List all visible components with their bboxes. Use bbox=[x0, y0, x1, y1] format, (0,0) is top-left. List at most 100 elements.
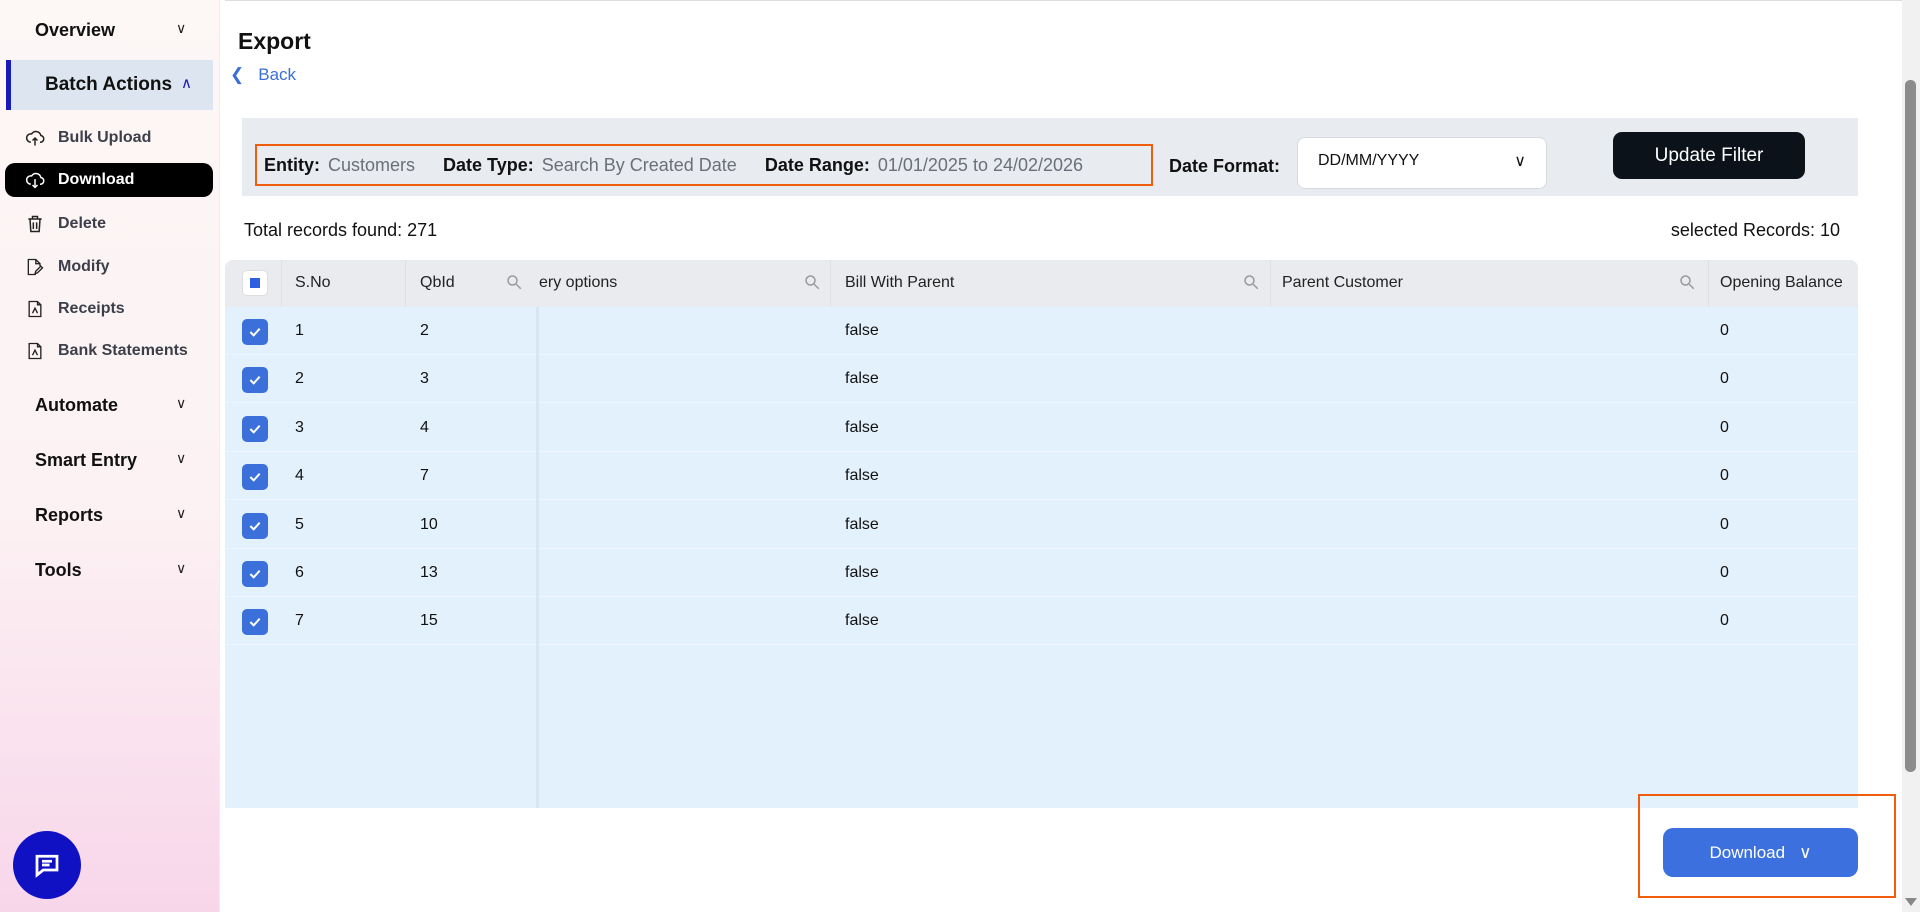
page-title: Export bbox=[238, 28, 311, 55]
table-row[interactable]: 5 10 false 0 bbox=[225, 501, 1858, 549]
scrollbar-thumb[interactable] bbox=[1905, 80, 1916, 772]
chevron-down-icon[interactable]: ∨ bbox=[176, 450, 186, 467]
table-row[interactable]: 47false0 bbox=[225, 452, 1858, 500]
records-table: S.No QbId ery options Bill With Parent P… bbox=[225, 260, 1858, 808]
date-format-label: Date Format: bbox=[1169, 156, 1280, 177]
back-link[interactable]: ❮ Back bbox=[230, 65, 296, 85]
date-type-value: Search By Created Date bbox=[542, 155, 737, 176]
cell-sno: 6 bbox=[295, 564, 304, 582]
frozen-column-divider bbox=[536, 307, 539, 808]
label: Delete bbox=[58, 215, 106, 233]
cell-sno: 1 bbox=[295, 322, 304, 340]
cloud-download-icon bbox=[25, 170, 45, 190]
cell-bill-with-parent: false bbox=[845, 419, 879, 437]
label: Bulk Upload bbox=[58, 129, 151, 147]
filter-summary-highlight: Entity: Customers Date Type: Search By Cre… bbox=[255, 144, 1153, 186]
entity-value: Customers bbox=[328, 155, 415, 176]
column-header-delivery-options[interactable]: ery options bbox=[539, 274, 617, 292]
chevron-down-icon: ∨ bbox=[1799, 843, 1811, 863]
sidebar-item-bulk-upload[interactable]: Bulk Upload bbox=[25, 121, 213, 155]
cloud-upload-icon bbox=[25, 128, 45, 148]
sidebar-item-bank-statements[interactable]: Bank Statements bbox=[25, 334, 213, 368]
nav-reports[interactable]: Reports bbox=[35, 505, 103, 526]
download-label: Download bbox=[1709, 843, 1785, 863]
checkmark-icon bbox=[247, 421, 263, 437]
nav-smart-entry[interactable]: Smart Entry bbox=[35, 450, 137, 471]
search-icon[interactable] bbox=[803, 273, 821, 291]
top-divider bbox=[225, 0, 1902, 1]
row-checkbox[interactable] bbox=[242, 416, 268, 442]
row-checkbox[interactable] bbox=[242, 561, 268, 587]
chevron-down-icon[interactable]: ∨ bbox=[176, 20, 186, 37]
download-button[interactable]: Download ∨ bbox=[1663, 828, 1858, 877]
total-records: Total records found: 271 bbox=[244, 220, 437, 241]
chevron-left-icon: ❮ bbox=[230, 65, 244, 84]
column-header-parent-customer[interactable]: Parent Customer bbox=[1282, 274, 1403, 292]
back-label: Back bbox=[258, 65, 296, 84]
cell-bill-with-parent: false bbox=[845, 467, 879, 485]
sidebar-item-download[interactable]: Download bbox=[5, 163, 213, 197]
select-all-checkbox[interactable] bbox=[242, 270, 268, 296]
date-range-value: 01/01/2025 to 24/02/2026 bbox=[878, 155, 1083, 176]
date-range-label: Date Range: bbox=[765, 155, 870, 176]
cell-opening-balance: 0 bbox=[1720, 564, 1729, 582]
sidebar: Overview ∨ Batch Actions ∧ Bulk Upload D… bbox=[0, 0, 220, 912]
row-checkbox[interactable] bbox=[242, 609, 268, 635]
column-header-bill-with-parent[interactable]: Bill With Parent bbox=[845, 274, 954, 292]
cell-qbid: 3 bbox=[420, 370, 429, 388]
cell-sno: 2 bbox=[295, 370, 304, 388]
column-header-opening-balance[interactable]: Opening Balance bbox=[1720, 274, 1843, 292]
checkmark-icon bbox=[247, 469, 263, 485]
search-icon[interactable] bbox=[1678, 273, 1696, 291]
update-filter-button[interactable]: Update Filter bbox=[1613, 132, 1805, 179]
cell-qbid: 10 bbox=[420, 516, 438, 534]
nav-tools[interactable]: Tools bbox=[35, 560, 82, 581]
cell-sno: 3 bbox=[295, 419, 304, 437]
row-checkbox[interactable] bbox=[242, 464, 268, 490]
chevron-down-icon[interactable]: ∨ bbox=[176, 560, 186, 577]
search-icon[interactable] bbox=[1242, 273, 1260, 291]
label: Bank Statements bbox=[58, 342, 188, 360]
label: Receipts bbox=[58, 300, 125, 318]
label: Download bbox=[58, 171, 134, 189]
cell-qbid: 15 bbox=[420, 612, 438, 630]
row-checkbox[interactable] bbox=[242, 319, 268, 345]
nav-batch-actions[interactable]: Batch Actions ∧ bbox=[6, 60, 213, 110]
sidebar-item-receipts[interactable]: Receipts bbox=[25, 292, 213, 326]
row-checkbox[interactable] bbox=[242, 513, 268, 539]
table-row[interactable]: 715false0 bbox=[225, 597, 1858, 645]
cell-opening-balance: 0 bbox=[1720, 370, 1729, 388]
date-format-select[interactable]: DD/MM/YYYY∨ bbox=[1297, 137, 1547, 189]
cell-bill-with-parent: false bbox=[845, 516, 879, 534]
search-icon[interactable] bbox=[505, 273, 523, 291]
cell-opening-balance: 0 bbox=[1720, 612, 1729, 630]
sidebar-item-delete[interactable]: Delete bbox=[25, 207, 213, 241]
cell-qbid: 2 bbox=[420, 322, 429, 340]
trash-icon bbox=[25, 214, 45, 234]
file-edit-icon bbox=[25, 257, 45, 277]
column-header-qbid[interactable]: QbId bbox=[420, 274, 455, 292]
cell-opening-balance: 0 bbox=[1720, 322, 1729, 340]
nav-overview[interactable]: Overview bbox=[35, 20, 115, 41]
chevron-down-icon[interactable]: ∨ bbox=[176, 505, 186, 522]
cell-sno: 5 bbox=[295, 516, 304, 534]
column-header-sno[interactable]: S.No bbox=[295, 274, 331, 292]
chevron-down-icon: ∨ bbox=[1514, 151, 1526, 171]
cell-opening-balance: 0 bbox=[1720, 516, 1729, 534]
checkmark-icon bbox=[247, 324, 263, 340]
cell-qbid: 7 bbox=[420, 467, 429, 485]
table-row[interactable]: 12false0 bbox=[225, 307, 1858, 355]
chevron-down-icon[interactable]: ∨ bbox=[176, 395, 186, 412]
entity-label: Entity: bbox=[264, 155, 320, 176]
pdf-file-icon bbox=[25, 299, 45, 319]
checkmark-icon bbox=[247, 518, 263, 534]
nav-automate[interactable]: Automate bbox=[35, 395, 118, 416]
table-row[interactable]: 23false0 bbox=[225, 355, 1858, 403]
scroll-down-arrow-icon[interactable] bbox=[1905, 898, 1917, 906]
sidebar-item-modify[interactable]: Modify bbox=[25, 250, 213, 284]
table-row[interactable]: 613false0 bbox=[225, 549, 1858, 597]
row-checkbox[interactable] bbox=[242, 367, 268, 393]
table-row[interactable]: 34false0 bbox=[225, 404, 1858, 452]
date-type-label: Date Type: bbox=[443, 155, 534, 176]
chat-button[interactable] bbox=[13, 831, 81, 899]
